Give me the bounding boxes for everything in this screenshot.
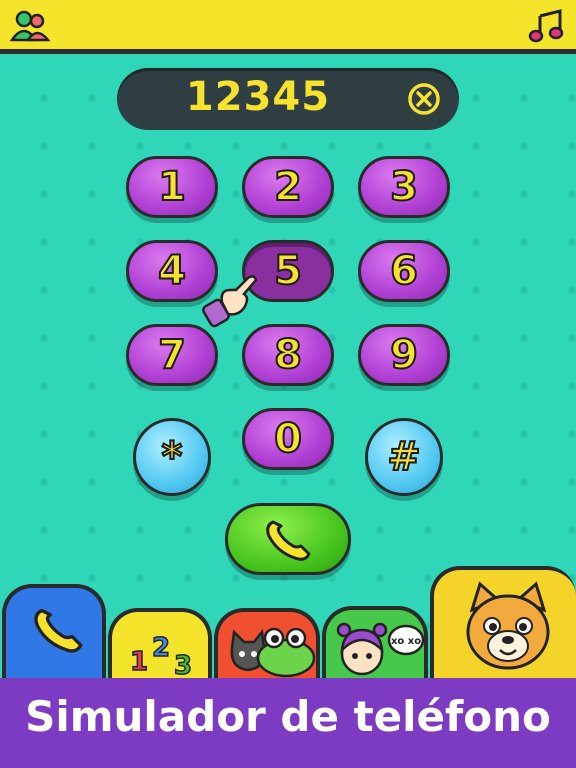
phone-tab[interactable] [2, 584, 106, 680]
key-label: 3 [389, 163, 419, 211]
key-label: # [386, 433, 422, 481]
title-banner: Simulador de teléfono [0, 678, 576, 768]
svg-text:3: 3 [174, 651, 192, 680]
key-3[interactable]: 3 [358, 156, 450, 218]
music-note-icon[interactable] [528, 8, 568, 44]
friends-icon: xo xo [336, 622, 424, 676]
call-button[interactable] [225, 503, 351, 575]
svg-text:1: 1 [130, 647, 148, 677]
animals-tab[interactable] [214, 608, 320, 680]
key-6[interactable]: 6 [358, 240, 450, 302]
numbers-tab[interactable]: 1 2 3 [108, 608, 212, 680]
key-label: 7 [157, 331, 187, 379]
key-7[interactable]: 7 [126, 324, 218, 386]
friends-tab-text: xo xo [391, 636, 421, 647]
key-label: 2 [273, 163, 303, 211]
banner-title: Simulador de teléfono [25, 692, 551, 741]
numbers-icon: 1 2 3 [129, 632, 193, 680]
top-bar [0, 0, 576, 54]
key-label: 6 [389, 247, 419, 295]
svg-text:2: 2 [152, 633, 170, 663]
animals-icon [230, 627, 316, 678]
key-label: 9 [389, 331, 419, 379]
key-label: 8 [273, 331, 303, 379]
friends-tab[interactable]: xo xo [322, 606, 428, 680]
pointing-hand-icon [202, 275, 258, 328]
key-star[interactable]: * [133, 418, 211, 496]
phone-icon [34, 608, 83, 653]
key-2[interactable]: 2 [242, 156, 334, 218]
key-label: * [161, 433, 184, 481]
key-8[interactable]: 8 [242, 324, 334, 386]
phone-icon [266, 520, 311, 561]
contacts-icon[interactable] [10, 8, 50, 44]
dialed-number: 12345 [185, 74, 331, 120]
puppy-face-icon [466, 581, 550, 670]
puppy-tab[interactable] [430, 566, 576, 680]
key-label: 0 [273, 415, 303, 463]
number-display: 12345 [117, 68, 459, 130]
key-hash[interactable]: # [365, 418, 443, 496]
key-0[interactable]: 0 [242, 408, 334, 470]
key-label: 1 [157, 163, 187, 211]
clear-circle-x-icon[interactable] [407, 82, 441, 116]
key-9[interactable]: 9 [358, 324, 450, 386]
key-1[interactable]: 1 [126, 156, 218, 218]
